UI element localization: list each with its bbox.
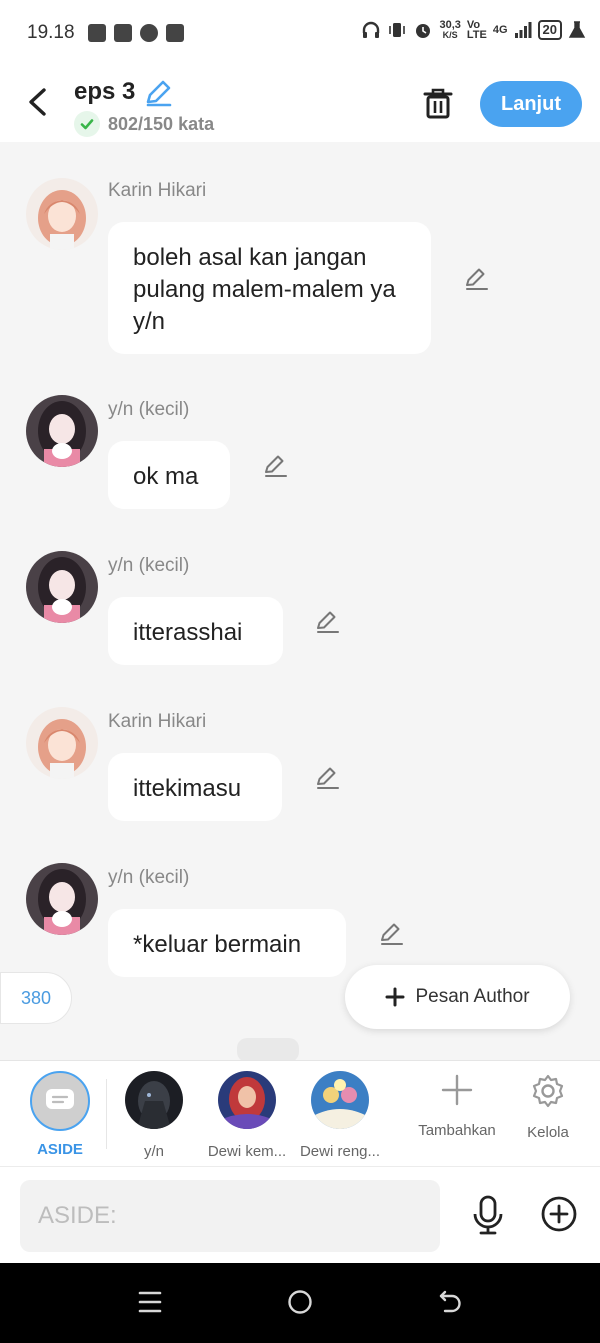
add-character-label: Tambahkan — [418, 1122, 496, 1139]
sender-name: y/n (kecil) — [108, 399, 190, 420]
manage-label: Kelola — [527, 1124, 569, 1141]
trash-icon — [423, 88, 453, 119]
vibrate-icon — [389, 23, 406, 37]
chat-list[interactable]: Karin Hikari boleh asal kan jangan pulan… — [0, 142, 600, 1060]
check-icon — [74, 111, 100, 137]
status-time: 19.18 — [27, 22, 75, 43]
net-speed: 30,3 K/S — [439, 19, 461, 41]
pencil-icon — [317, 767, 339, 789]
pencil-icon — [381, 923, 403, 945]
app-notification-icon — [166, 24, 184, 42]
character-dewi-reng[interactable]: Dewi reng... — [295, 1071, 385, 1160]
character-yn[interactable]: y/n — [109, 1071, 199, 1160]
alarm-icon — [416, 24, 431, 38]
chrome-icon — [140, 24, 158, 42]
next-message-bubble-partial — [237, 1038, 299, 1062]
app-notification-icon — [88, 24, 106, 42]
plus-icon — [441, 1074, 473, 1106]
pencil-icon — [466, 268, 488, 290]
message-bubble[interactable]: *keluar bermain — [108, 909, 346, 977]
character-label: Dewi reng... — [299, 1143, 381, 1160]
character-aside[interactable]: ASIDE — [15, 1071, 105, 1158]
episode-title: eps 3 — [74, 78, 136, 105]
author-message-label: Pesan Author — [415, 986, 530, 1007]
gear-icon — [532, 1074, 564, 1108]
next-button[interactable]: Lanjut — [480, 81, 582, 127]
pencil-icon — [317, 611, 339, 633]
back-button[interactable] — [24, 86, 50, 123]
karin-avatar[interactable] — [26, 178, 98, 250]
divider — [106, 1079, 107, 1149]
character-dewi-kem[interactable]: Dewi kem... — [202, 1071, 292, 1160]
character-label: y/n — [143, 1143, 164, 1160]
character-bar: ASIDE y/n Dewi kem... Dewi reng... Tamba… — [0, 1060, 600, 1166]
editor-header: eps 3 802/150 kata Lanjut — [0, 66, 600, 142]
voice-input-button[interactable] — [470, 1195, 506, 1240]
yn-kecil-avatar[interactable] — [26, 551, 98, 623]
flask-icon — [568, 21, 586, 38]
add-circle-icon — [541, 1196, 577, 1232]
composer — [0, 1166, 600, 1263]
message-bubble[interactable]: ittekimasu — [108, 753, 282, 821]
system-navigation-bar — [0, 1263, 600, 1343]
message-input[interactable] — [20, 1180, 440, 1252]
chevron-left-icon — [29, 88, 46, 116]
message-count-button[interactable]: 380 — [0, 972, 72, 1024]
status-bar: 19.18 30,3 K/S Vo LTE 4G 20 — [0, 0, 600, 66]
message-bubble[interactable]: ok ma — [108, 441, 230, 509]
message-bubble[interactable]: boleh asal kan jangan pulang malem-malem… — [108, 222, 431, 354]
add-character-button[interactable]: Tambahkan — [412, 1073, 502, 1139]
goddess-avatar — [218, 1071, 276, 1129]
character-label: Dewi kem... — [207, 1143, 287, 1160]
author-message-button[interactable]: Pesan Author — [345, 965, 570, 1029]
yn-kecil-avatar[interactable] — [26, 395, 98, 467]
edit-message-button[interactable] — [463, 266, 489, 297]
sender-name: y/n (kecil) — [108, 867, 190, 888]
chat-bubble-icon — [30, 1071, 90, 1131]
delete-button[interactable] — [422, 86, 454, 125]
menu-nav-button[interactable] — [138, 1289, 162, 1320]
headphones-icon — [363, 21, 380, 38]
plus-icon — [385, 987, 405, 1007]
microphone-icon — [473, 1195, 503, 1235]
edit-message-button[interactable] — [314, 765, 340, 796]
message-bubble[interactable]: itterasshai — [108, 597, 283, 665]
pencil-icon — [265, 455, 287, 477]
yn-kecil-avatar[interactable] — [26, 863, 98, 935]
signal-icon — [514, 22, 532, 38]
karin-avatar[interactable] — [26, 707, 98, 779]
edit-message-button[interactable] — [262, 453, 288, 484]
edit-title-button[interactable] — [143, 78, 173, 113]
home-circle-icon — [288, 1290, 312, 1314]
app-notification-icon — [114, 24, 132, 42]
word-count: 802/150 kata — [74, 111, 214, 137]
dark-knight-avatar — [125, 1071, 183, 1129]
edit-message-button[interactable] — [314, 609, 340, 640]
sender-name: y/n (kecil) — [108, 555, 190, 576]
volte-indicator: Vo LTE — [466, 19, 487, 41]
edit-message-button[interactable] — [378, 921, 404, 952]
menu-icon — [138, 1291, 162, 1313]
word-count-text: 802/150 kata — [108, 113, 215, 134]
home-nav-button[interactable] — [287, 1289, 313, 1320]
character-label: ASIDE — [37, 1141, 83, 1158]
back-arrow-icon — [439, 1290, 461, 1313]
network-type: 4G — [492, 24, 508, 36]
system-indicators: 30,3 K/S Vo LTE 4G 20 — [361, 19, 586, 41]
manage-characters-button[interactable]: Kelola — [503, 1073, 593, 1141]
pencil-icon — [146, 80, 172, 107]
notification-icons — [88, 24, 184, 42]
sender-name: Karin Hikari — [108, 711, 207, 732]
back-nav-button[interactable] — [437, 1289, 463, 1320]
angel-group-avatar — [311, 1071, 369, 1129]
attach-button[interactable] — [540, 1195, 578, 1238]
sender-name: Karin Hikari — [108, 180, 207, 201]
battery-indicator: 20 — [537, 20, 562, 40]
